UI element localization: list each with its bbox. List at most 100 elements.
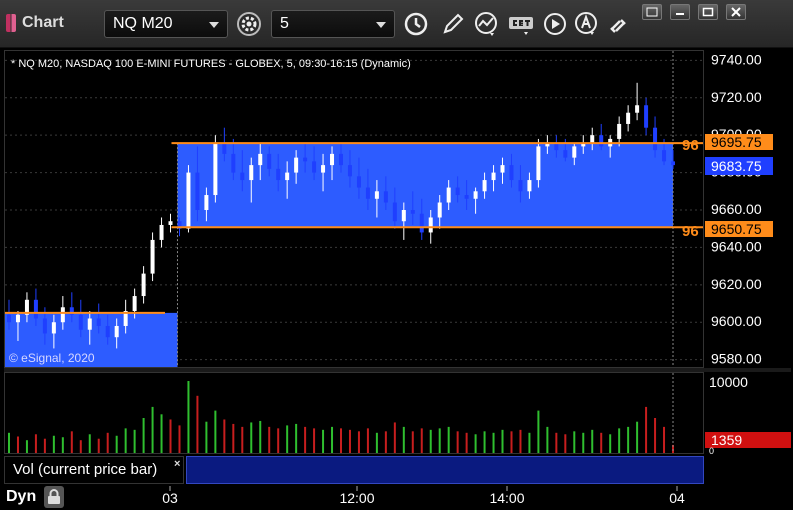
- play-icon: [544, 13, 566, 35]
- close-window-button[interactable]: [726, 4, 746, 20]
- lower-level-prefix: 96: [682, 223, 699, 240]
- price-axis-svg: 9740.009720.009700.009680.009660.009640.…: [705, 51, 773, 367]
- volume-tick-zero: 0: [709, 446, 714, 454]
- study-bar: Vol (current price bar) ×: [4, 456, 704, 484]
- candle-body: [267, 153, 272, 169]
- line-chart-icon: [475, 12, 497, 36]
- candle-body: [150, 239, 155, 274]
- candle: [186, 165, 191, 233]
- close-icon: [731, 7, 741, 17]
- candle-body: [141, 273, 146, 297]
- interval-dropdown[interactable]: 5: [271, 10, 395, 38]
- alerts-button[interactable]: [572, 10, 602, 38]
- current-price-tag: 9683.75: [705, 157, 773, 175]
- price-tick-label: 9740.00: [711, 51, 762, 67]
- candle-body: [294, 157, 299, 173]
- chevron-down-icon: [376, 22, 386, 28]
- candle-body: [51, 322, 56, 334]
- candle-body: [356, 176, 361, 188]
- candle-body: [401, 210, 406, 222]
- price-tick-label: 9580.00: [711, 351, 762, 367]
- price-chart-panel[interactable]: * NQ M20, NASDAQ 100 E-MINI FUTURES - GL…: [4, 50, 704, 368]
- symbol-dropdown[interactable]: NQ M20: [104, 10, 228, 38]
- candle-body: [60, 307, 65, 323]
- candle-body: [428, 217, 433, 233]
- study-close-button[interactable]: ×: [174, 458, 180, 470]
- price-tick-label: 9640.00: [711, 238, 762, 254]
- candle: [626, 105, 631, 132]
- volume-bars: [8, 373, 674, 453]
- time-tick-label: 04: [669, 490, 685, 506]
- candle-body: [491, 172, 496, 181]
- studies-button[interactable]: [472, 10, 502, 38]
- candle-body: [114, 325, 119, 338]
- window-title: Chart: [6, 12, 64, 34]
- candle-body: [132, 296, 137, 312]
- price-axis[interactable]: 9740.009720.009700.009680.009660.009640.…: [705, 50, 791, 368]
- candle-body: [446, 187, 451, 203]
- candle-body: [482, 180, 487, 192]
- study-panel-strip: [186, 456, 704, 484]
- gear-icon: [237, 12, 261, 36]
- candle-body: [213, 142, 218, 196]
- candle-body: [383, 191, 388, 203]
- range-zone: [177, 143, 673, 228]
- candle-body: [330, 153, 335, 166]
- minimize-button[interactable]: [670, 4, 690, 20]
- time-axis[interactable]: Dyn 03 12:00 14:00 04: [0, 486, 793, 510]
- lower-level-tag: 9650.75: [705, 221, 773, 237]
- maximize-button[interactable]: [698, 4, 718, 20]
- candle-body: [195, 172, 200, 210]
- draw-tool-button[interactable]: [438, 10, 468, 38]
- alert-icon: [575, 12, 597, 35]
- window-menu-button[interactable]: [642, 4, 662, 20]
- study-label-box[interactable]: Vol (current price bar): [4, 456, 184, 484]
- candle-body: [249, 165, 254, 181]
- candle-body: [321, 165, 326, 173]
- candle-body: [419, 213, 424, 233]
- candle-body: [33, 299, 38, 319]
- candle-body: [105, 325, 110, 338]
- interval-value: 5: [280, 15, 289, 32]
- candle-body: [464, 195, 469, 199]
- link-button[interactable]: [604, 10, 634, 38]
- candle-body: [15, 314, 20, 323]
- candle: [617, 116, 622, 147]
- volume-chart: [8, 373, 674, 453]
- time-template-button[interactable]: [401, 10, 431, 38]
- candle-body: [671, 161, 675, 166]
- upper-level-tag: 9695.75: [705, 134, 773, 150]
- clock-icon: [404, 12, 428, 36]
- candle-body: [204, 195, 209, 210]
- candle-body: [240, 172, 245, 181]
- candle-body: [159, 224, 164, 240]
- candle-body: [7, 314, 11, 323]
- candle-body: [374, 191, 379, 199]
- candle-body: [410, 210, 415, 214]
- candle-body: [455, 187, 460, 196]
- candle-body: [186, 172, 191, 229]
- current-volume-tag: 1359: [705, 432, 791, 448]
- time-tick-label: 12:00: [339, 490, 374, 506]
- lower-level-label: 9650.75: [711, 221, 762, 237]
- replay-button[interactable]: [540, 10, 570, 38]
- candle-body: [285, 172, 290, 181]
- current-price-label: 9683.75: [711, 158, 762, 174]
- candle: [150, 232, 155, 282]
- time-axis-svg: 03 12:00 14:00 04: [162, 486, 685, 506]
- candle: [159, 217, 164, 248]
- candle-body: [527, 180, 532, 192]
- chart-header: * NQ M20, NASDAQ 100 E-MINI FUTURES - GL…: [11, 58, 411, 70]
- price-tick-label: 9660.00: [711, 201, 762, 217]
- candle-body: [276, 168, 281, 181]
- volume-axis[interactable]: 10000 1359 0: [705, 372, 791, 456]
- candle: [213, 135, 218, 203]
- price-chart[interactable]: * NQ M20, NASDAQ 100 E-MINI FUTURES - GL…: [5, 51, 704, 368]
- candle-body: [572, 146, 577, 158]
- chart-settings-button[interactable]: [234, 10, 264, 38]
- upper-level-label: 9695.75: [711, 134, 762, 150]
- candle-body: [87, 318, 92, 330]
- get-data-button[interactable]: [506, 10, 536, 38]
- volume-panel[interactable]: [4, 372, 704, 454]
- candle-body: [222, 142, 227, 154]
